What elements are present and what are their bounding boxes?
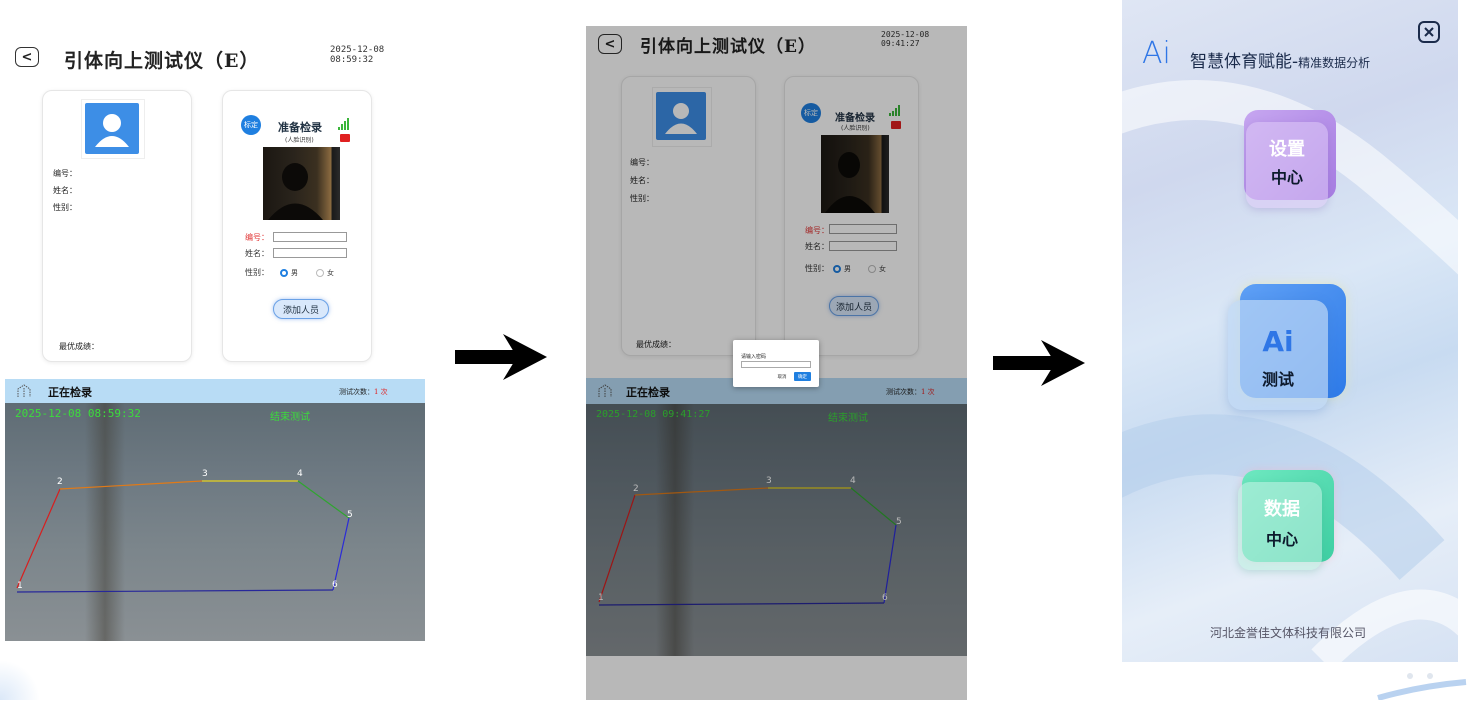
back-button[interactable]: < (15, 47, 39, 67)
segment-4-5 (297, 480, 350, 519)
data-center-tile[interactable]: 数据 中心 (1238, 470, 1338, 574)
number-label: 编号： (53, 169, 77, 178)
form-number-label: 编号： (245, 233, 269, 242)
point-label-3: 3 (202, 469, 208, 479)
arrow-right-icon (993, 340, 1085, 386)
page-title: 引体向上测试仪（E） (64, 50, 260, 72)
point-label-2: 2 (57, 477, 63, 487)
person-silhouette (268, 163, 323, 220)
panel-test-screen-1: < 引体向上测试仪（E） 2025-12-08 08:59:32 编号： 姓名：… (0, 0, 430, 660)
test-count-value: 1 次 (374, 388, 388, 396)
app-title: 智慧体育赋能- (1190, 52, 1299, 72)
form-name-label: 姓名： (245, 249, 269, 258)
settings-tile-line2: 中心 (1270, 168, 1303, 187)
point-label-6: 6 (332, 580, 338, 590)
camera-preview (263, 147, 340, 220)
best-score-label: 最优成绩： (59, 342, 99, 351)
add-person-button[interactable]: 添加人员 (273, 299, 329, 319)
app-subtitle: 精准数据分析 (1298, 56, 1371, 70)
avatar-frame (81, 99, 145, 159)
segment-1-2 (16, 488, 61, 589)
app-title-row: 智慧体育赋能-精准数据分析 (1190, 47, 1370, 72)
test-count-label: 测试次数： (339, 388, 374, 396)
data-tile-line1: 数据 (1264, 499, 1300, 520)
ai-logo: Ai (1142, 36, 1171, 71)
app-home-screen: Ai 智慧体育赋能-精准数据分析 设置 中心 Ai 测试 数据 中心 河北金誉佳… (1122, 0, 1458, 662)
company-name: 河北金誉佳文体科技有限公司 (1210, 626, 1367, 640)
ai-tile-line1: Ai (1262, 325, 1294, 358)
camera-feed: 2025-12-08 08:59:32 结束测试 1 2 3 4 5 6 (5, 403, 425, 641)
data-tile-line2: 中心 (1265, 530, 1298, 549)
confirm-button[interactable]: 确定 (794, 372, 811, 381)
status-title: 正在检录 (48, 386, 92, 399)
decor-corner-left (0, 660, 40, 700)
point-label-5: 5 (347, 510, 353, 520)
settings-center-tile[interactable]: 设置 中心 (1244, 110, 1340, 210)
segment-6-1 (16, 589, 334, 593)
avatar (85, 103, 139, 154)
calibrate-button[interactable]: 标定 (241, 115, 261, 135)
point-label-1: 1 (17, 581, 23, 591)
ai-test-tile[interactable]: Ai 测试 (1224, 280, 1356, 412)
chevron-left-icon: < (21, 49, 33, 65)
point-label-4: 4 (297, 469, 303, 479)
male-radio[interactable] (280, 269, 288, 277)
battery-icon (340, 134, 350, 142)
arrow-right-icon (455, 334, 547, 380)
segment-2-3 (59, 480, 203, 490)
close-icon (1424, 27, 1434, 37)
signal-icon (338, 118, 349, 130)
close-button[interactable] (1418, 21, 1440, 43)
tracking-overlay: 1 2 3 4 5 6 (16, 469, 353, 593)
status-bar: 正在检录 测试次数：1 次 (5, 379, 425, 403)
name-input[interactable] (273, 248, 347, 258)
user-icon (95, 114, 129, 147)
person-info-card: 编号： 姓名： 性别： 最优成绩： (42, 90, 192, 362)
password-dialog-title: 请输入密码 (741, 354, 767, 360)
header-timestamp: 2025-12-08 08:59:32 (330, 45, 385, 65)
ai-tile-line2: 测试 (1261, 370, 1294, 389)
name-label: 姓名： (53, 186, 77, 195)
form-gender-label: 性别： (245, 268, 269, 277)
password-input[interactable] (741, 361, 811, 368)
settings-tile-line1: 设置 (1269, 139, 1305, 160)
ready-checkin-title: 准备检录 (278, 121, 322, 134)
number-input[interactable] (273, 232, 347, 242)
male-label: 男 (291, 269, 298, 277)
password-dialog: 请输入密码 取消 确定 (733, 340, 819, 387)
decor-corner-right (1370, 662, 1467, 701)
checkin-card: 标定 准备检录 (人脸识别) 编号： 姓名： 性别： 男 女 添加人员 (222, 90, 372, 362)
female-label: 女 (327, 269, 334, 277)
building-icon (17, 384, 31, 397)
test-count: 测试次数：1 次 (339, 387, 388, 397)
female-radio[interactable] (316, 269, 324, 277)
gender-label: 性别： (53, 203, 77, 212)
cancel-button[interactable]: 取消 (773, 372, 791, 381)
face-recognition-label: (人脸识别) (285, 137, 314, 144)
panel-test-screen-2: < 引体向上测试仪（E） 2025-12-08 09:41:27 编号： 姓名：… (586, 26, 967, 700)
